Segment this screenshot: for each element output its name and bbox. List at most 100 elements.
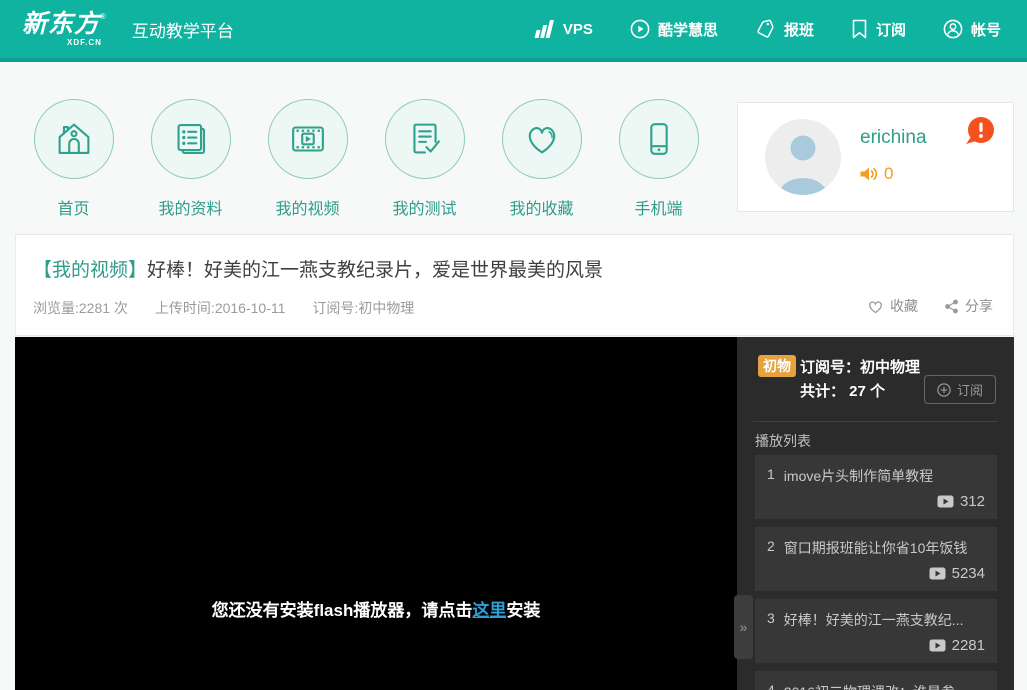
quicknav-videos[interactable]: 我的视频 — [249, 99, 366, 219]
topnav-label: 报班 — [784, 19, 814, 40]
playlist-item-4[interactable]: 4 2016初二物理课改：谁是参... — [755, 671, 997, 690]
playlist-item-head: 2 窗口期报班能让你省10年饭钱 — [767, 538, 985, 558]
quicknav-materials[interactable]: 我的资料 — [132, 99, 249, 219]
play-circle-icon — [630, 19, 650, 39]
favorite-button[interactable]: 收藏 — [867, 296, 918, 316]
quicknav-circle — [151, 99, 231, 179]
playlist-item-views: 312 — [960, 493, 985, 510]
playlist-item-head: 1 imove片头制作简单教程 — [767, 466, 985, 486]
person-silhouette-icon — [765, 119, 841, 195]
sound-counter[interactable]: 0 — [859, 164, 893, 184]
video-title: 好棒！好美的江一燕支教纪录片，爱是世界最美的风景 — [147, 260, 603, 281]
logo-wordmark: 新东方 ® — [22, 12, 106, 37]
quicknav-label: 我的资料 — [158, 195, 222, 219]
playlist-item-title: 2016初二物理课改：谁是参... — [784, 682, 967, 690]
quicknav-circle — [502, 99, 582, 179]
video-title-row: 【我的视频】好棒！好美的江一燕支教纪录片，爱是世界最美的风景 — [33, 255, 603, 282]
video-title-card: 【我的视频】好棒！好美的江一燕支教纪录片，爱是世界最美的风景 浏览量:2281 … — [15, 234, 1014, 336]
phone-icon — [636, 116, 682, 162]
topnav-label: 订阅 — [876, 19, 906, 40]
quicknav-label: 首页 — [57, 195, 89, 219]
topnav-kuxue[interactable]: 酷学慧思 — [630, 19, 718, 40]
topnav-label: VPS — [563, 21, 593, 38]
quick-nav: 首页 — [15, 99, 717, 219]
topnav-dingyue[interactable]: 订阅 — [851, 19, 906, 40]
test-doc-icon — [402, 116, 448, 162]
top-header: 新东方 ® XDF.CN 互动教学平台 VPS — [0, 0, 1027, 62]
quicknav-circle — [619, 99, 699, 179]
user-card: erichina 0 — [737, 102, 1014, 212]
topnav-vps[interactable]: VPS — [533, 20, 593, 38]
bar-chart-icon — [533, 20, 555, 38]
sidebar-total-count: 共计： 27 个 — [800, 380, 885, 401]
username[interactable]: erichina — [860, 127, 927, 149]
quicknav-favorites[interactable]: 我的收藏 — [483, 99, 600, 219]
video-category: 【我的视频】 — [33, 260, 147, 281]
page: 新东方 ® XDF.CN 互动教学平台 VPS — [0, 0, 1027, 690]
share-button[interactable]: 分享 — [944, 296, 993, 316]
quicknav-label: 手机端 — [634, 195, 682, 219]
video-player[interactable]: 您还没有安装flash播放器，请点击这里安装 — [15, 337, 737, 690]
film-icon — [285, 116, 331, 162]
circle-plus-icon — [937, 383, 951, 397]
heart-outline-icon — [867, 299, 884, 314]
quicknav-label: 我的视频 — [275, 195, 339, 219]
logo-text: 新东方 — [22, 12, 100, 37]
alert-notification-icon[interactable] — [963, 115, 997, 149]
brand: 新东方 ® XDF.CN 互动教学平台 — [22, 12, 234, 47]
playlist-item-1[interactable]: 1 imove片头制作简单教程 312 — [755, 455, 997, 519]
sidebar-collapse-handle[interactable]: » — [734, 595, 753, 659]
playlist-item-index: 3 — [767, 610, 775, 630]
playlist-sidebar: 初物 订阅号：初中物理 共计： 27 个 订阅 播放列表 1 imove片头制作… — [737, 337, 1014, 690]
play-count-icon — [929, 567, 946, 580]
profile-doc-icon — [168, 116, 214, 162]
topnav-label: 帐号 — [971, 19, 1001, 40]
quicknav-home[interactable]: 首页 — [15, 99, 132, 219]
video-actions: 收藏 分享 — [867, 296, 993, 316]
topnav-baoban[interactable]: 报班 — [755, 19, 814, 40]
quicknav-label: 我的收藏 — [509, 195, 573, 219]
playlist-title: 播放列表 — [755, 431, 811, 451]
topnav-zhanghao[interactable]: 帐号 — [943, 19, 1001, 40]
bookmark-icon — [851, 19, 868, 39]
playlist-item-head: 4 2016初二物理课改：谁是参... — [767, 682, 985, 690]
playlist-item-2[interactable]: 2 窗口期报班能让你省10年饭钱 5234 — [755, 527, 997, 591]
topnav-label: 酷学慧思 — [658, 19, 718, 40]
chevron-right-icon: » — [740, 619, 748, 635]
logo-domain: XDF.CN — [67, 39, 102, 47]
playlist-item-count: 2281 — [929, 637, 985, 654]
sidebar-channel-name: 订阅号：初中物理 — [800, 356, 920, 377]
playlist-item-views: 5234 — [952, 565, 985, 582]
quicknav-label: 我的测试 — [392, 195, 456, 219]
share-label: 分享 — [965, 296, 993, 316]
channel-name: 订阅号:初中物理 — [312, 298, 414, 318]
view-count: 浏览量:2281 次 — [33, 298, 128, 318]
heart-icon — [519, 116, 565, 162]
playlist: 1 imove片头制作简单教程 312 2 窗口期报班能让你省10年饭钱 — [755, 455, 997, 690]
playlist-item-count: 312 — [937, 493, 985, 510]
playlist-item-index: 4 — [767, 682, 775, 690]
upload-time: 上传时间:2016-10-11 — [155, 298, 285, 318]
sound-count: 0 — [884, 164, 893, 184]
speaker-icon — [859, 165, 879, 183]
user-circle-icon — [943, 19, 963, 39]
quicknav-circle — [268, 99, 348, 179]
play-count-icon — [929, 639, 946, 652]
playlist-item-count: 5234 — [929, 565, 985, 582]
xdf-logo[interactable]: 新东方 ® XDF.CN — [22, 12, 106, 47]
subscribe-button[interactable]: 订阅 — [924, 375, 996, 404]
playlist-item-title: 窗口期报班能让你省10年饭钱 — [784, 538, 968, 558]
share-icon — [944, 299, 959, 314]
playlist-item-3[interactable]: 3 好棒！好美的江一燕支教纪... 2281 — [755, 599, 997, 663]
avatar[interactable] — [765, 119, 841, 195]
playlist-item-title: 好棒！好美的江一燕支教纪... — [784, 610, 964, 630]
quicknav-mobile[interactable]: 手机端 — [600, 99, 717, 219]
tag-icon — [755, 19, 776, 39]
quicknav-tests[interactable]: 我的测试 — [366, 99, 483, 219]
sidebar-divider — [753, 421, 998, 422]
quicknav-circle — [34, 99, 114, 179]
playlist-item-index: 1 — [767, 466, 775, 486]
playlist-item-index: 2 — [767, 538, 775, 558]
video-meta-row: 浏览量:2281 次 上传时间:2016-10-11 订阅号:初中物理 — [33, 298, 414, 318]
flash-install-link[interactable]: 这里 — [472, 601, 506, 620]
